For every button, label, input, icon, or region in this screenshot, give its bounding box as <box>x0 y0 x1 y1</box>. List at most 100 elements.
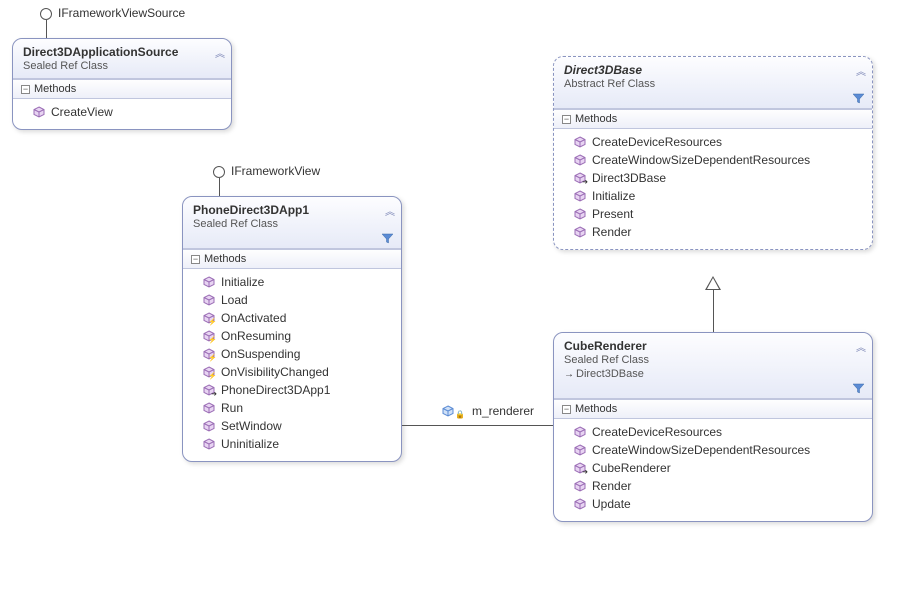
collapse-chevrons-icon[interactable]: ︽ <box>856 339 864 354</box>
event-badge-icon: ⚡ <box>208 336 217 344</box>
method-label: SetWindow <box>221 419 282 433</box>
class-name: PhoneDirect3DApp1 <box>193 203 393 217</box>
interface-label-iframeworkviewsource: IFrameworkViewSource <box>58 6 185 20</box>
lock-icon: 🔒 <box>455 410 465 419</box>
filter-icon[interactable] <box>853 383 864 394</box>
method-icon <box>574 444 586 456</box>
association-connector <box>402 425 553 426</box>
method-icon <box>574 136 586 148</box>
methods-label: Methods <box>575 113 617 125</box>
method-icon <box>574 426 586 438</box>
collapse-chevrons-icon[interactable]: ︽ <box>385 203 393 218</box>
method-label: CreateWindowSizeDependentResources <box>592 443 810 457</box>
interface-label-iframeworkview: IFrameworkView <box>231 164 320 178</box>
methods-header[interactable]: − Methods <box>554 399 872 419</box>
method-icon: ⚡ <box>203 366 215 378</box>
method-label: OnActivated <box>221 311 286 325</box>
method-present[interactable]: Present <box>560 205 866 223</box>
method-icon <box>203 276 215 288</box>
event-badge-icon: ⚡ <box>208 318 217 326</box>
methods-header[interactable]: − Methods <box>13 79 231 99</box>
class-header: CubeRenderer Sealed Ref Class →Direct3DB… <box>554 333 872 399</box>
filter-icon[interactable] <box>853 93 864 104</box>
methods-label: Methods <box>204 253 246 265</box>
method-render[interactable]: Render <box>560 223 866 241</box>
class-base: →Direct3DBase <box>564 368 864 380</box>
method-cuberenderer[interactable]: ➜CubeRenderer <box>560 459 866 477</box>
method-icon <box>574 498 586 510</box>
class-stereotype: Sealed Ref Class <box>193 218 393 230</box>
collapse-chevrons-icon[interactable]: ︽ <box>856 63 864 78</box>
minus-icon: − <box>21 85 30 94</box>
class-stereotype: Sealed Ref Class <box>23 60 223 72</box>
method-label: CreateDeviceResources <box>592 425 722 439</box>
method-direct3dbase[interactable]: ➜Direct3DBase <box>560 169 866 187</box>
ctor-badge-icon: ➜ <box>582 468 588 476</box>
filter-icon[interactable] <box>382 233 393 244</box>
method-icon: ➜ <box>203 384 215 396</box>
method-phonedirect3dapp1[interactable]: ➜ PhoneDirect3DApp1 <box>189 381 395 399</box>
method-icon <box>33 106 45 118</box>
method-icon: ⚡ <box>203 330 215 342</box>
method-run[interactable]: Run <box>189 399 395 417</box>
method-createdeviceresources[interactable]: CreateDeviceResources <box>560 423 866 441</box>
method-render[interactable]: Render <box>560 477 866 495</box>
method-createwindowsizedependentresources[interactable]: CreateWindowSizeDependentResources <box>560 441 866 459</box>
method-icon <box>203 294 215 306</box>
method-label: Update <box>592 497 631 511</box>
method-load[interactable]: Load <box>189 291 395 309</box>
method-icon <box>574 208 586 220</box>
method-initialize[interactable]: Initialize <box>189 273 395 291</box>
method-onsuspending[interactable]: ⚡ OnSuspending <box>189 345 395 363</box>
lollipop-iframeworkviewsource <box>40 8 52 20</box>
event-badge-icon: ⚡ <box>208 372 217 380</box>
method-label: Present <box>592 207 633 221</box>
method-label: CreateView <box>51 105 113 119</box>
method-initialize[interactable]: Initialize <box>560 187 866 205</box>
methods-header[interactable]: − Methods <box>183 249 401 269</box>
method-onvisibilitychanged[interactable]: ⚡ OnVisibilityChanged <box>189 363 395 381</box>
methods-body: CreateView <box>13 99 231 129</box>
method-label: OnSuspending <box>221 347 300 361</box>
association-field-name: m_renderer <box>472 404 534 418</box>
method-onactivated[interactable]: ⚡ OnActivated <box>189 309 395 327</box>
connector-line <box>46 20 47 38</box>
method-label: Initialize <box>592 189 635 203</box>
class-direct3dapplicationsource[interactable]: Direct3DApplicationSource Sealed Ref Cla… <box>12 38 232 130</box>
base-class-name: Direct3DBase <box>576 368 644 380</box>
class-name: Direct3DBase <box>564 63 864 77</box>
method-label: Render <box>592 225 631 239</box>
method-update[interactable]: Update <box>560 495 866 513</box>
class-cuberenderer[interactable]: CubeRenderer Sealed Ref Class →Direct3DB… <box>553 332 873 522</box>
method-createdeviceresources[interactable]: CreateDeviceResources <box>560 133 866 151</box>
class-name: Direct3DApplicationSource <box>23 45 223 59</box>
method-label: Run <box>221 401 243 415</box>
method-icon <box>203 438 215 450</box>
method-label: Render <box>592 479 631 493</box>
method-label: OnVisibilityChanged <box>221 365 329 379</box>
inheritance-connector <box>713 290 714 332</box>
class-direct3dbase[interactable]: Direct3DBase Abstract Ref Class ︽ − Meth… <box>553 56 873 250</box>
method-uninitialize[interactable]: Uninitialize <box>189 435 395 453</box>
method-icon: ⚡ <box>203 312 215 324</box>
method-icon <box>203 402 215 414</box>
method-setwindow[interactable]: SetWindow <box>189 417 395 435</box>
class-stereotype: Sealed Ref Class <box>564 354 864 366</box>
method-onresuming[interactable]: ⚡OnResuming <box>189 327 395 345</box>
inheritance-arrowhead-icon <box>705 276 721 290</box>
lollipop-iframeworkview <box>213 166 225 178</box>
method-icon: ⚡ <box>203 348 215 360</box>
method-label: Uninitialize <box>221 437 279 451</box>
method-label: PhoneDirect3DApp1 <box>221 383 330 397</box>
method-createview[interactable]: CreateView <box>19 103 225 121</box>
method-createwindowsizedependentresources[interactable]: CreateWindowSizeDependentResources <box>560 151 866 169</box>
connector-line <box>219 178 220 196</box>
method-icon <box>574 480 586 492</box>
method-icon: ➜ <box>574 172 586 184</box>
class-phonedirect3dapp1[interactable]: PhoneDirect3DApp1 Sealed Ref Class ︽ − M… <box>182 196 402 462</box>
method-icon: ➜ <box>574 462 586 474</box>
minus-icon: − <box>562 405 571 414</box>
methods-header[interactable]: − Methods <box>554 109 872 129</box>
collapse-chevrons-icon[interactable]: ︽ <box>215 45 223 60</box>
method-icon <box>574 226 586 238</box>
